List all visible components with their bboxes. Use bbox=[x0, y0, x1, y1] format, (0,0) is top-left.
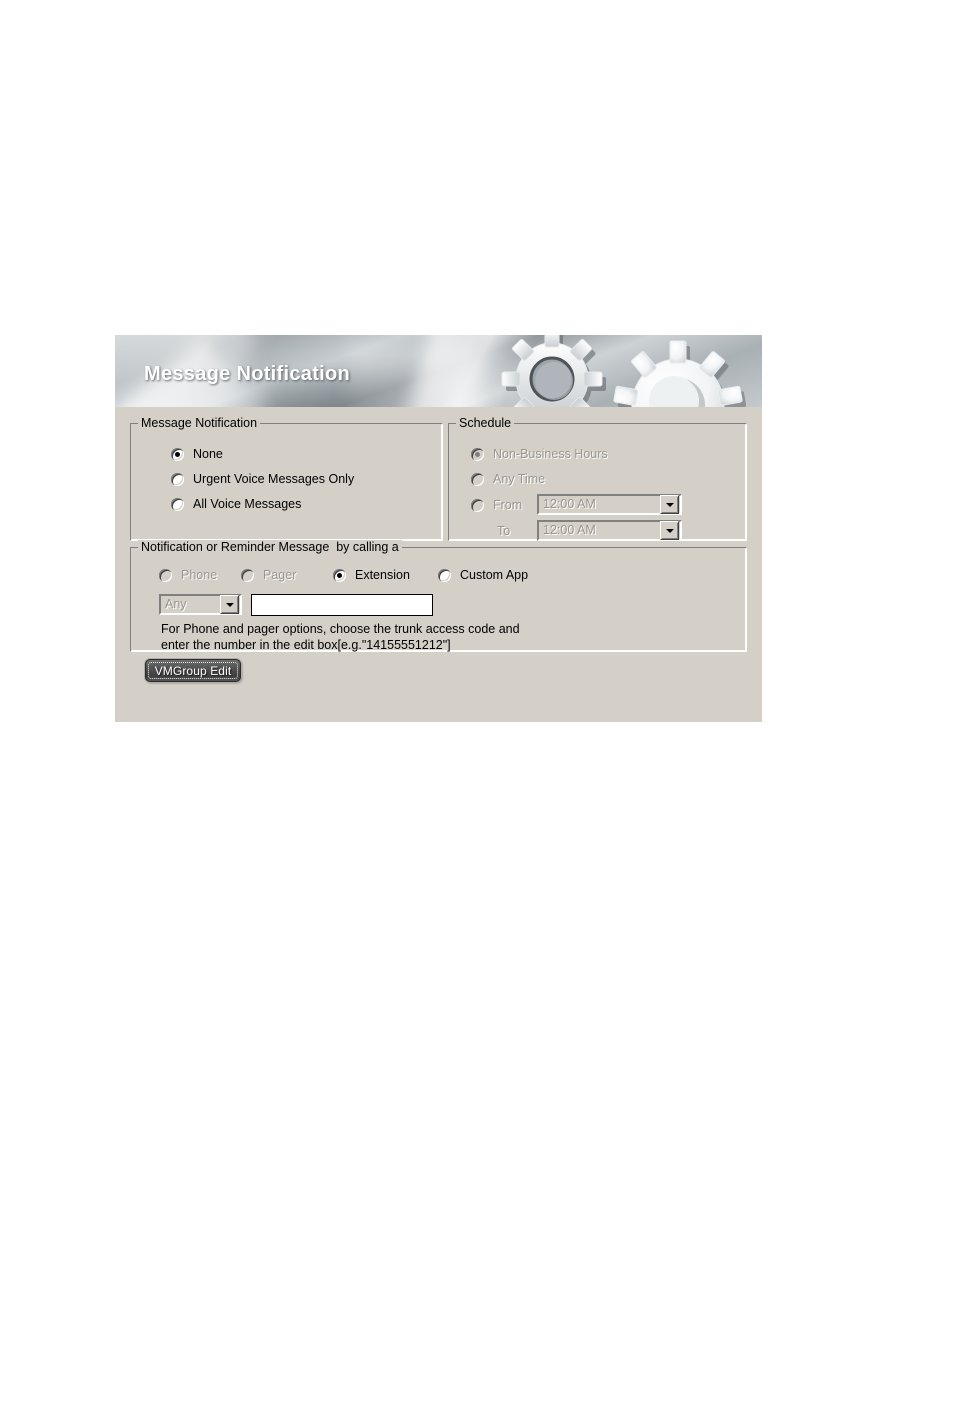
to-time-value: 12:00 AM bbox=[543, 523, 596, 537]
group-legend-notification-reminder: Notification or Reminder Message by call… bbox=[138, 540, 402, 554]
radio-label: Extension bbox=[355, 568, 410, 582]
radio-label: Non-Business Hours bbox=[493, 447, 608, 461]
radio-icon[interactable] bbox=[471, 498, 484, 512]
to-label-row: To bbox=[497, 524, 510, 538]
radio-icon[interactable] bbox=[171, 447, 184, 461]
radio-option-urgent-voice-messages-only[interactable]: Urgent Voice Messages Only bbox=[171, 472, 354, 486]
dialog-body: Message Notification None Urgent Voice M… bbox=[115, 407, 762, 722]
radio-option-from[interactable]: From bbox=[471, 498, 522, 512]
radio-label: Pager bbox=[263, 568, 297, 582]
gears-icon bbox=[501, 335, 747, 407]
banner-highlight-streak bbox=[391, 335, 509, 407]
radio-label: Urgent Voice Messages Only bbox=[193, 472, 355, 486]
radio-icon[interactable] bbox=[471, 447, 484, 461]
radio-option-custom-app[interactable]: Custom App bbox=[438, 568, 528, 582]
radio-icon[interactable] bbox=[438, 568, 451, 582]
notification-reminder-group: Notification or Reminder Message by call… bbox=[130, 540, 747, 652]
number-input[interactable] bbox=[251, 594, 433, 616]
radio-label: From bbox=[493, 498, 523, 512]
radio-icon[interactable] bbox=[471, 472, 484, 486]
radio-option-all-voice-messages[interactable]: All Voice Messages bbox=[171, 497, 301, 511]
help-text: For Phone and pager options, choose the … bbox=[161, 622, 520, 652]
from-time-select[interactable]: 12:00 AM bbox=[537, 494, 682, 515]
radio-icon[interactable] bbox=[171, 497, 184, 511]
radio-label: None bbox=[193, 447, 223, 461]
radio-label: Any Time bbox=[493, 472, 546, 486]
vmgroup-edit-label: VMGroup Edit bbox=[154, 663, 232, 678]
to-time-select[interactable]: 12:00 AM bbox=[537, 520, 682, 541]
radio-option-any-time[interactable]: Any Time bbox=[471, 472, 545, 486]
chevron-down-icon[interactable] bbox=[660, 495, 679, 514]
banner-highlight-streak bbox=[347, 345, 477, 407]
trunk-access-code-select[interactable]: Any bbox=[159, 594, 242, 615]
radio-option-extension[interactable]: Extension bbox=[333, 568, 410, 582]
chevron-down-icon[interactable] bbox=[220, 595, 239, 614]
radio-label: Phone bbox=[181, 568, 218, 582]
chevron-down-icon[interactable] bbox=[660, 521, 679, 540]
message-notification-dialog: Message Notification Message Notificatio… bbox=[115, 335, 762, 722]
dialog-banner: Message Notification bbox=[115, 335, 762, 407]
from-time-value: 12:00 AM bbox=[543, 497, 596, 511]
radio-option-pager[interactable]: Pager bbox=[241, 568, 296, 582]
radio-option-none[interactable]: None bbox=[171, 447, 223, 461]
vmgroup-edit-button[interactable]: VMGroup Edit bbox=[145, 659, 241, 682]
radio-icon[interactable] bbox=[241, 568, 254, 582]
radio-label: All Voice Messages bbox=[193, 497, 302, 511]
radio-option-non-business-hours[interactable]: Non-Business Hours bbox=[471, 447, 608, 461]
page-title: Message Notification bbox=[144, 363, 351, 385]
radio-icon[interactable] bbox=[171, 472, 184, 486]
radio-icon[interactable] bbox=[333, 568, 346, 582]
trunk-access-code-value: Any bbox=[165, 597, 187, 611]
radio-option-phone[interactable]: Phone bbox=[159, 568, 217, 582]
to-label: To bbox=[497, 524, 511, 538]
schedule-group: Schedule Non-Business Hours Any Time Fro… bbox=[448, 416, 747, 541]
message-notification-group: Message Notification None Urgent Voice M… bbox=[130, 416, 443, 541]
group-legend-message-notification: Message Notification bbox=[138, 416, 261, 430]
group-legend-schedule: Schedule bbox=[456, 416, 515, 430]
radio-label: Custom App bbox=[460, 568, 529, 582]
radio-icon[interactable] bbox=[159, 568, 172, 582]
